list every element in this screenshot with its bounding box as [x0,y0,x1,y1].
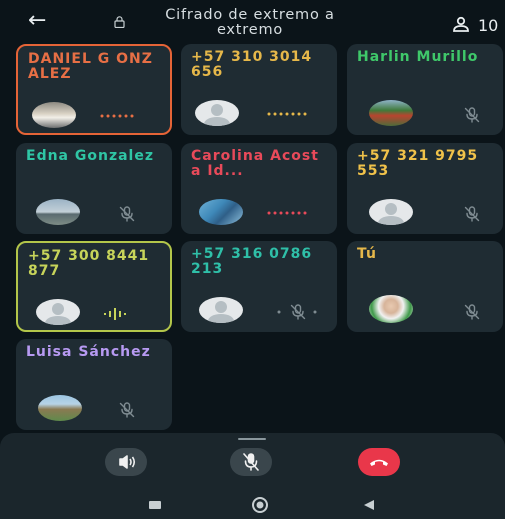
avatar [199,199,243,225]
hangup-button[interactable] [358,448,400,476]
default-avatar-icon [369,199,413,225]
phone-hangup-icon [370,459,388,466]
mic-off-icon [464,107,480,123]
drag-handle[interactable] [238,438,266,440]
speaker-button[interactable] [105,448,147,476]
participant-name: Carolina Acosta Id... [191,148,319,179]
participant-name: +57 316 0786213 [191,246,313,277]
participant-tile[interactable]: Harlin Murillo [347,44,503,135]
participant-tile[interactable]: Edna Gonzalez [16,143,172,234]
participant-tile[interactable]: Tú [347,241,503,332]
avatar [38,395,82,421]
participant-tile[interactable]: +57 310 3014656 [181,44,337,135]
participant-tile[interactable]: Carolina Acosta Id... [181,143,337,234]
avatar [36,199,80,225]
participant-count: 10 [478,16,499,35]
dim-dot-icon [313,310,317,314]
participant-name: Tú [357,246,377,262]
call-header: ← Cifrado de extremo a extremo 10 [0,0,505,40]
avatar [369,100,413,126]
participant-name: +57 300 8441877 [28,248,150,279]
mic-off-icon [464,304,480,320]
lock-icon [114,16,125,28]
encryption-title: Cifrado de extremo a extremo [165,7,335,38]
participants-icon[interactable] [451,16,471,32]
connecting-indicator-icon [267,211,307,215]
speaker-icon [119,455,136,469]
participant-name: +57 310 3014656 [191,49,313,80]
participant-tile[interactable]: +57 316 0786213 [181,241,337,332]
participant-name: Luisa Sánchez [26,344,151,360]
connecting-indicator-icon [267,112,307,116]
default-avatar-icon [199,297,243,323]
participant-tile[interactable]: Luisa Sánchez [16,339,172,430]
system-navbar [0,491,505,519]
avatar [32,102,76,128]
mic-off-icon [290,304,306,320]
default-avatar-icon [36,299,80,325]
participant-tile[interactable]: DANIEL G ONZALEZ [16,44,172,135]
participant-name: Edna Gonzalez [26,148,154,164]
circle-icon[interactable] [251,496,269,514]
mic-off-icon [243,453,259,471]
mic-off-icon [464,206,480,222]
mic-off-icon [119,206,135,222]
mute-button[interactable] [230,448,272,476]
default-avatar-icon [195,100,239,126]
triangle-icon[interactable] [362,498,376,512]
square-icon[interactable] [148,500,162,510]
participant-tile[interactable]: +57 321 9795553 [347,143,503,234]
mic-off-icon [119,402,135,418]
speaking-wave-icon [104,308,126,320]
participant-name: +57 321 9795553 [357,148,479,179]
participant-name: Harlin Murillo [357,49,479,65]
avatar [369,295,413,323]
connecting-indicator-icon [100,114,134,118]
participant-name: DANIEL G ONZALEZ [28,51,153,82]
back-button[interactable]: ← [28,10,46,32]
dim-dot-icon [277,310,281,314]
participant-tile[interactable]: +57 300 8441877 [16,241,172,332]
